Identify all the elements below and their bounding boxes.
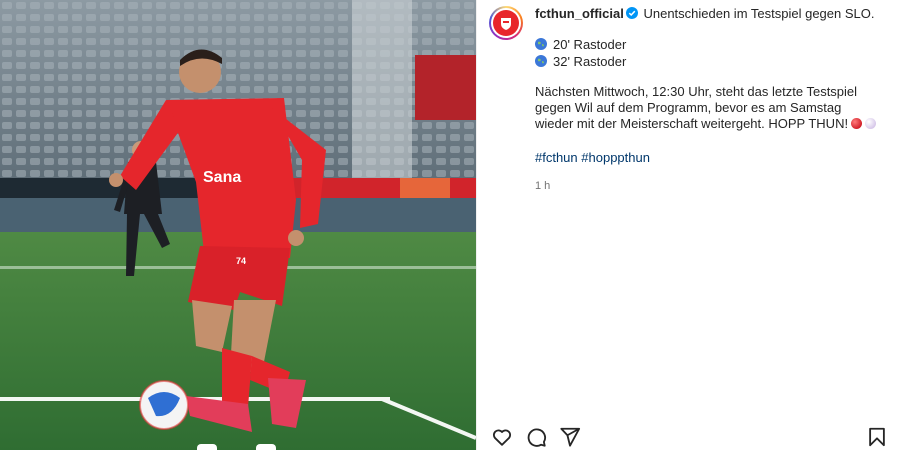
- carousel-dot[interactable]: [197, 444, 217, 450]
- post-photo[interactable]: Sana 74: [0, 0, 476, 450]
- red-circle-emoji-icon: [851, 118, 863, 129]
- hashtags: #fcthun #hopppthun: [535, 150, 880, 166]
- caption-body: Nächsten Mittwoch, 12:30 Uhr, steht das …: [535, 84, 880, 132]
- caption-first-line: fcthun_official Unentschieden im Testspi…: [535, 6, 880, 22]
- caption-intro: Unentschieden im Testspiel gegen SLO.: [643, 6, 875, 21]
- photo-scene: Sana 74: [0, 0, 476, 450]
- hashtag-link[interactable]: #fcthun: [535, 150, 578, 165]
- post-timestamp[interactable]: 1 h: [535, 178, 880, 194]
- goal-line: 32' Rastoder: [535, 54, 880, 70]
- jersey-sponsor: Sana: [203, 169, 241, 186]
- save-icon[interactable]: [866, 426, 888, 448]
- username[interactable]: fcthun_official: [535, 6, 624, 21]
- carousel-dot[interactable]: [256, 444, 276, 450]
- instagram-post: Sana 74 fcthun_official Unentschieden im…: [0, 0, 900, 450]
- caption-body-text: Nächsten Mittwoch, 12:30 Uhr, steht das …: [535, 84, 858, 131]
- heart-icon[interactable]: [491, 426, 513, 448]
- fc-thun-logo-icon: [493, 10, 519, 36]
- share-icon[interactable]: [559, 426, 581, 448]
- caption-row: fcthun_official Unentschieden im Testspi…: [489, 6, 886, 194]
- action-bar: [491, 426, 888, 448]
- comment-icon[interactable]: [525, 426, 547, 448]
- player-number: 74: [236, 256, 246, 266]
- goal-line: 20' Rastoder: [535, 37, 880, 53]
- goal-text: 32' Rastoder: [553, 54, 627, 69]
- moon-emoji-icon: [865, 118, 877, 129]
- post-sidebar: fcthun_official Unentschieden im Testspi…: [476, 0, 900, 450]
- hashtag-link[interactable]: #hopppthun: [581, 150, 650, 165]
- globe-emoji-icon: [535, 38, 547, 50]
- globe-emoji-icon: [535, 55, 547, 67]
- avatar[interactable]: [489, 6, 523, 40]
- avatar-ring: [491, 8, 521, 38]
- carousel-indicator: [0, 442, 476, 450]
- caption: fcthun_official Unentschieden im Testspi…: [535, 6, 880, 194]
- goal-text: 20' Rastoder: [553, 37, 627, 52]
- verified-badge-icon: [625, 7, 638, 19]
